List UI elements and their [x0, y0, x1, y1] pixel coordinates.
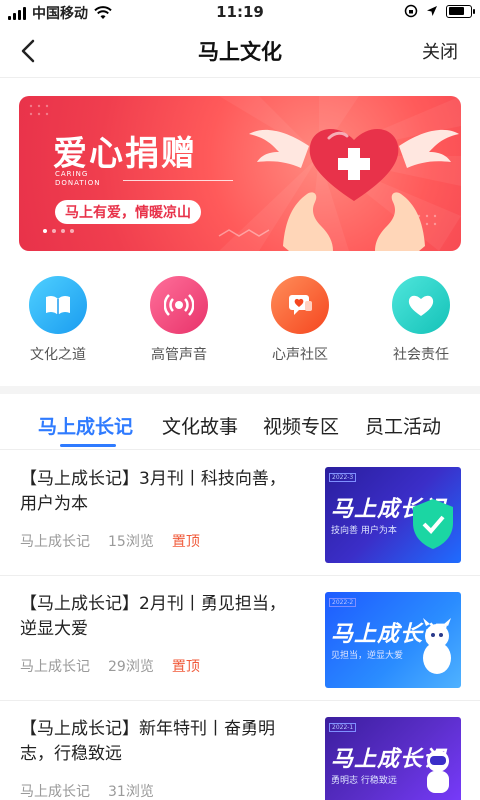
banner-divider [123, 180, 233, 181]
article-title: 【马上成长记】2月刊丨勇见担当，逆显大爱 [20, 594, 286, 639]
article-source: 马上成长记 [20, 534, 90, 550]
banner-pagination [43, 229, 74, 233]
thumb-subtitle: 见担当，逆显大爱 [331, 651, 404, 661]
article-meta: 马上成长记 29浏览 置顶 [20, 656, 200, 676]
location-icon [427, 6, 437, 16]
broadcast-icon [164, 294, 194, 316]
article-meta: 马上成长记 31浏览 [20, 781, 154, 800]
astronaut-icon [427, 750, 449, 793]
article-thumbnail: 2022-1 马上成长记 勇明志 行稳致远 [325, 717, 461, 800]
banner-title: 爱心捐赠 [53, 134, 197, 174]
article-item[interactable]: 【马上成长记】3月刊丨科技向善，用户为本 马上成长记 15浏览 置顶 2022-… [0, 451, 480, 576]
pagination-dot [43, 229, 47, 233]
active-tab-indicator [60, 444, 116, 447]
article-meta: 马上成长记 15浏览 置顶 [20, 531, 200, 551]
quick-link-icon-bg [150, 276, 208, 334]
banner-subtitle-en-line2: DONATION [55, 179, 101, 187]
article-thumbnail: 2022-3 马上成长记 技向善 用户为本 [325, 467, 461, 563]
quick-link-icon-bg [29, 276, 87, 334]
quick-link-label: 心声社区 [272, 347, 328, 363]
nav-bar: 马上文化 关闭 [0, 24, 480, 78]
shield-icon [413, 499, 453, 549]
banner-subtitle-en: CARING DONATION [55, 170, 115, 188]
quick-link-label: 文化之道 [30, 347, 86, 363]
article-source: 马上成长记 [20, 659, 90, 675]
battery-icon [446, 4, 475, 18]
tab-video[interactable]: 视频专区 [263, 412, 339, 439]
pinned-badge: 置顶 [171, 534, 200, 550]
article-thumbnail: 2022-2 马上成长记 见担当，逆显大爱 [325, 592, 461, 688]
banner-tagline: 马上有爱，情暖凉山 [55, 200, 201, 224]
category-tabs: 马上成长记 文化故事 视频专区 员工活动 [0, 394, 480, 450]
quick-link-responsibility[interactable]: 社会责任 [366, 276, 476, 364]
quick-link-label: 高管声音 [151, 347, 207, 363]
thumb-tag: 2022-1 [329, 723, 357, 732]
tab-growth[interactable]: 马上成长记 [38, 412, 133, 439]
page-title: 马上文化 [198, 40, 282, 64]
book-icon [46, 295, 70, 315]
chat-heart-icon [289, 295, 312, 315]
article-item[interactable]: 【马上成长记】2月刊丨勇见担当，逆显大爱 马上成长记 29浏览 置顶 2022-… [0, 576, 480, 701]
pagination-dot [61, 229, 65, 233]
pagination-dot [70, 229, 74, 233]
heart-icon [408, 295, 434, 316]
thumb-subtitle: 勇明志 行稳致远 [331, 776, 397, 786]
article-views: 31浏览 [108, 784, 154, 800]
rotation-lock-icon [404, 4, 418, 18]
section-divider [0, 386, 480, 394]
quick-link-icon-bg [392, 276, 450, 334]
quick-link-culture[interactable]: 文化之道 [3, 276, 113, 364]
article-views: 15浏览 [108, 534, 154, 550]
donation-banner[interactable]: 爱心捐赠 CARING DONATION 马上有爱，情暖凉山 [19, 96, 461, 251]
tab-activities[interactable]: 员工活动 [365, 412, 441, 439]
article-title: 【马上成长记】3月刊丨科技向善，用户为本 [20, 469, 286, 514]
quick-link-community[interactable]: 心声社区 [245, 276, 355, 364]
article-views: 29浏览 [108, 659, 154, 675]
heart-hands-illustration [249, 128, 459, 251]
quick-link-executives[interactable]: 高管声音 [124, 276, 234, 364]
status-bar: 中国移动 11:19 [0, 0, 480, 24]
quick-link-icon-bg [271, 276, 329, 334]
article-item[interactable]: 【马上成长记】新年特刊丨奋勇明志，行稳致远 马上成长记 31浏览 2022-1 … [0, 701, 480, 800]
thumb-tag: 2022-3 [329, 473, 357, 482]
quick-link-label: 社会责任 [393, 347, 449, 363]
article-title: 【马上成长记】新年特刊丨奋勇明志，行稳致远 [20, 719, 275, 764]
mascot-icon [423, 618, 451, 674]
thumb-subtitle: 技向善 用户为本 [331, 526, 397, 536]
pinned-badge: 置顶 [171, 659, 200, 675]
quick-links: 文化之道 高管声音 心声社区 社会责任 [0, 276, 480, 368]
tab-culture-stories[interactable]: 文化故事 [162, 412, 238, 439]
article-source: 马上成长记 [20, 784, 90, 800]
banner-subtitle-en-line1: CARING [55, 170, 89, 178]
pagination-dot [52, 229, 56, 233]
close-button[interactable]: 关闭 [422, 38, 458, 64]
status-right [404, 4, 475, 18]
thumb-tag: 2022-2 [329, 598, 357, 607]
